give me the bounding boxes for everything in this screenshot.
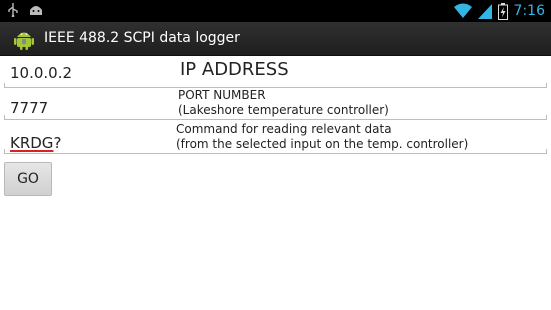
port-number-sublabel: (Lakeshore temperature controller) [178,103,389,117]
clock-time: 7:16 [513,3,545,19]
signal-icon [477,4,492,19]
command-sublabel: (from the selected input on the temp. co… [176,137,469,151]
command-input-main: KRDG [10,134,54,152]
ip-address-label: IP ADDRESS [180,59,289,80]
battery-charging-icon [497,2,508,20]
system-icons: 7:16 [453,1,545,21]
action-bar: IEEE 488.2 SCPI data logger [0,22,551,56]
main-content: 10.0.0.2 IP ADDRESS 7777 PORT NUMBER (La… [0,56,551,310]
command-input-suffix: ? [53,134,62,152]
ip-address-field[interactable]: 10.0.0.2 IP ADDRESS [4,56,547,88]
port-number-field[interactable]: 7777 PORT NUMBER (Lakeshore temperature … [4,88,547,120]
port-number-label: PORT NUMBER [178,88,266,102]
app-title: IEEE 488.2 SCPI data logger [44,30,240,46]
command-field-underline [4,149,547,154]
go-button[interactable]: GO [4,162,52,196]
command-label: Command for reading relevant data [176,122,392,136]
command-field[interactable]: KRDG? Command for reading relevant data … [4,120,547,154]
status-bar: 7:16 [0,0,551,22]
usb-icon [8,3,18,17]
port-number-input[interactable]: 7777 [10,99,48,117]
ip-address-input[interactable]: 10.0.0.2 [10,64,72,82]
android-debug-icon [30,6,42,15]
android-app-icon [14,32,34,50]
command-input[interactable]: KRDG? [10,134,61,152]
wifi-icon [453,3,472,18]
notification-icons [8,3,44,17]
